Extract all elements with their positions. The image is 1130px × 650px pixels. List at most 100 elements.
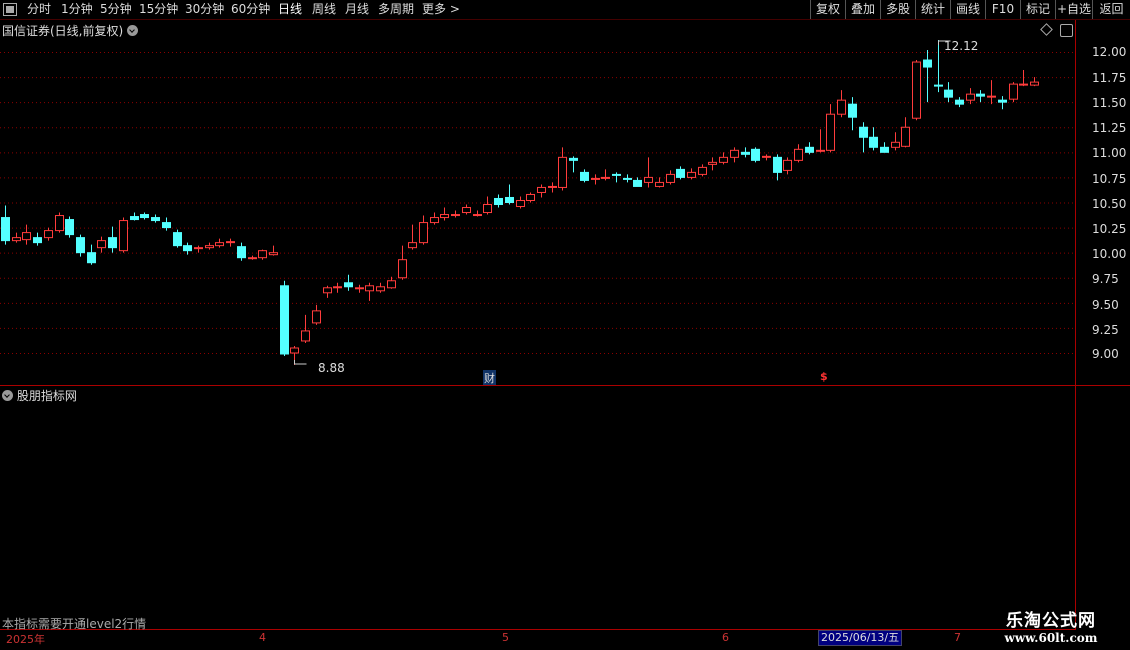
period-tab-minute[interactable]: 分时 (27, 2, 51, 17)
f10-button[interactable]: F10 (985, 0, 1020, 19)
candle[interactable] (505, 184, 514, 205)
candle[interactable] (623, 174, 632, 183)
candle[interactable] (430, 212, 439, 225)
period-tab-more[interactable]: 更多 > (422, 2, 460, 17)
candle[interactable] (355, 284, 364, 293)
candle[interactable] (644, 157, 653, 188)
restore-rights-button[interactable]: 复权 (810, 0, 845, 19)
period-tab-60min[interactable]: 60分钟 (231, 2, 270, 17)
candle[interactable] (140, 212, 149, 220)
candle[interactable] (1019, 70, 1028, 87)
candle[interactable] (12, 232, 21, 243)
multi-stock-button[interactable]: 多股 (880, 0, 915, 19)
candle[interactable] (526, 192, 535, 203)
back-button[interactable]: 返回 (1092, 0, 1130, 19)
candle[interactable] (376, 282, 385, 293)
candle[interactable] (312, 304, 321, 325)
statistics-button[interactable]: 统计 (915, 0, 950, 19)
candle[interactable] (601, 169, 610, 181)
candle[interactable] (205, 242, 214, 250)
period-tab-30min[interactable]: 30分钟 (185, 2, 224, 17)
candle[interactable] (323, 285, 332, 298)
candle[interactable] (151, 214, 160, 223)
candle[interactable] (483, 196, 492, 215)
candle[interactable] (923, 49, 932, 103)
candle[interactable] (537, 184, 546, 198)
candle[interactable] (955, 97, 964, 108)
candle[interactable] (516, 196, 525, 209)
candle[interactable] (248, 255, 257, 260)
candle[interactable] (398, 245, 407, 280)
period-tab-1min[interactable]: 1分钟 (61, 2, 93, 17)
candle[interactable] (848, 97, 857, 131)
candle[interactable] (976, 90, 985, 103)
candle[interactable] (1030, 77, 1039, 87)
period-tab-monthly[interactable]: 月线 (345, 2, 369, 17)
dividend-marker[interactable]: $ (820, 370, 828, 383)
candle[interactable] (1009, 82, 1018, 103)
candle[interactable] (473, 210, 482, 217)
candle[interactable] (944, 82, 953, 103)
candle[interactable] (730, 147, 739, 163)
candle[interactable] (419, 215, 428, 245)
candle[interactable] (76, 234, 85, 257)
candle[interactable] (130, 212, 139, 221)
financial-report-marker[interactable]: 财 (483, 370, 496, 386)
candle[interactable] (119, 217, 128, 253)
candle[interactable] (108, 226, 117, 253)
candle[interactable] (548, 182, 557, 193)
window-icon[interactable] (3, 3, 17, 16)
candle[interactable] (194, 245, 203, 253)
period-tab-multi[interactable]: 多周期 (378, 2, 414, 17)
candle[interactable] (676, 166, 685, 180)
period-tab-15min[interactable]: 15分钟 (139, 2, 178, 17)
candle[interactable] (173, 229, 182, 248)
period-tab-5min[interactable]: 5分钟 (100, 2, 132, 17)
candle[interactable] (966, 88, 975, 105)
candle[interactable] (408, 224, 417, 250)
candle[interactable] (762, 154, 771, 161)
candle[interactable] (440, 207, 449, 221)
candle[interactable] (612, 172, 621, 183)
period-tab-daily[interactable]: 日线 (278, 2, 302, 17)
candle[interactable] (569, 156, 578, 173)
candle[interactable] (215, 238, 224, 248)
candle[interactable] (783, 157, 792, 175)
candle[interactable] (97, 236, 106, 253)
candle[interactable] (87, 244, 96, 265)
candle[interactable] (901, 117, 910, 148)
candle[interactable] (837, 90, 846, 118)
candle[interactable] (55, 212, 64, 233)
candle[interactable] (826, 104, 835, 153)
candle[interactable] (591, 174, 600, 185)
candle[interactable] (891, 132, 900, 151)
candle[interactable] (719, 152, 728, 165)
candle[interactable] (934, 39, 943, 93)
candle[interactable] (816, 129, 825, 153)
candle[interactable] (333, 282, 342, 293)
candle[interactable] (258, 249, 267, 260)
candle[interactable] (687, 168, 696, 180)
chevron-down-icon[interactable] (2, 390, 13, 401)
candle[interactable] (741, 147, 750, 158)
candle[interactable] (698, 164, 707, 177)
indicator-title[interactable]: 股朋指标网 (2, 387, 77, 404)
candle[interactable] (344, 274, 353, 291)
candle[interactable] (805, 142, 814, 155)
candle[interactable] (751, 147, 760, 163)
mark-button[interactable]: 标记 (1020, 0, 1055, 19)
candle[interactable] (859, 122, 868, 153)
candle[interactable] (912, 60, 921, 121)
candlestick-chart[interactable] (0, 20, 1075, 385)
candle[interactable] (280, 280, 289, 357)
candle[interactable] (269, 245, 278, 256)
candle[interactable] (65, 216, 74, 238)
candle[interactable] (580, 169, 589, 183)
candle[interactable] (773, 154, 782, 181)
candle[interactable] (998, 96, 1007, 110)
candle[interactable] (1, 205, 10, 245)
candle[interactable] (494, 194, 503, 208)
candle[interactable] (226, 238, 235, 247)
candle[interactable] (880, 142, 889, 153)
candle[interactable] (708, 157, 717, 171)
